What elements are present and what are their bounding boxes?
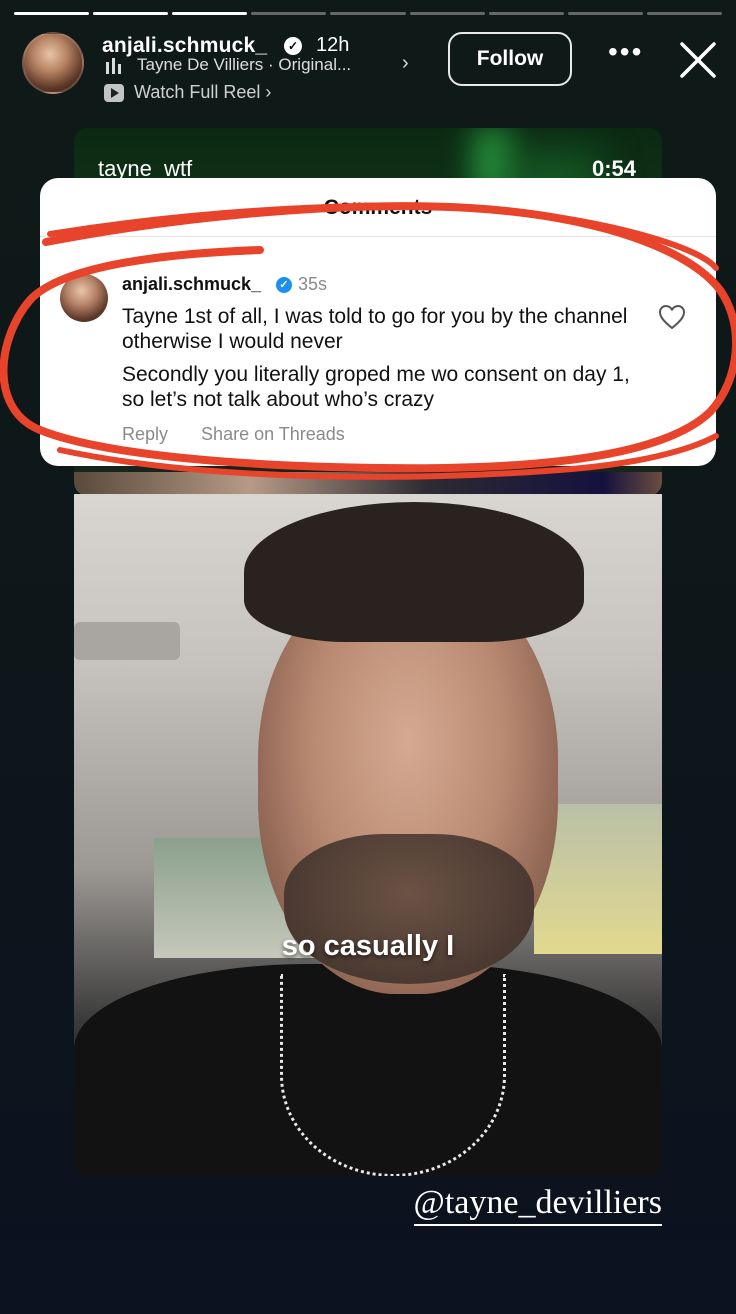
comment-time: 35s (298, 274, 328, 294)
story-progress-bar (14, 12, 722, 15)
progress-segment (14, 12, 90, 15)
follow-button[interactable]: Follow (448, 32, 572, 86)
video-caption: so casually I (281, 930, 455, 962)
more-options-icon[interactable]: ••• (608, 38, 643, 66)
comments-title: Comments (323, 196, 433, 219)
progress-segment (172, 12, 248, 15)
divider (40, 236, 716, 237)
reel-preview-strip (74, 472, 662, 496)
audio-bars-icon (106, 58, 121, 74)
post-time: 12h (316, 34, 350, 56)
progress-segment (646, 12, 722, 15)
progress-segment (93, 12, 169, 15)
chevron-right-icon[interactable]: › (402, 52, 409, 75)
audio-track-label[interactable]: Tayne De Villiers · Original... (137, 55, 351, 75)
avatar[interactable] (22, 32, 84, 94)
person-hair (244, 502, 584, 642)
comment-username[interactable]: anjali.schmuck_ (122, 274, 261, 295)
share-on-threads-link[interactable]: Share on Threads (201, 424, 345, 444)
watch-full-reel-link[interactable]: Watch Full Reel › (134, 82, 271, 103)
comments-card: Comments anjali.schmuck_ ✓ 35s Tayne 1st… (40, 178, 716, 466)
mention-sticker[interactable]: @tayne_devilliers (413, 1184, 662, 1226)
person-chain (280, 974, 506, 1176)
comment-avatar[interactable] (60, 274, 108, 322)
progress-segment (567, 12, 643, 15)
verified-badge-icon: ✓ (284, 37, 302, 55)
progress-segment (330, 12, 406, 15)
progress-segment (251, 12, 327, 15)
progress-segment (488, 12, 564, 15)
heart-icon[interactable] (658, 304, 686, 330)
comment-actions: Reply Share on Threads (122, 424, 373, 445)
progress-segment (409, 12, 485, 15)
reply-link[interactable]: Reply (122, 424, 168, 444)
verified-badge-icon: ✓ (276, 277, 292, 293)
story-header: anjali.schmuck_ ✓ 12h Tayne De Villiers … (0, 28, 736, 108)
video-frame[interactable]: so casually I (74, 494, 662, 1176)
comment-text: Tayne 1st of all, I was told to go for y… (122, 305, 628, 353)
play-icon (104, 84, 124, 102)
comment-text: Secondly you literally groped me wo cons… (122, 363, 630, 411)
car-roof-light (74, 622, 180, 660)
close-icon[interactable] (678, 40, 718, 80)
